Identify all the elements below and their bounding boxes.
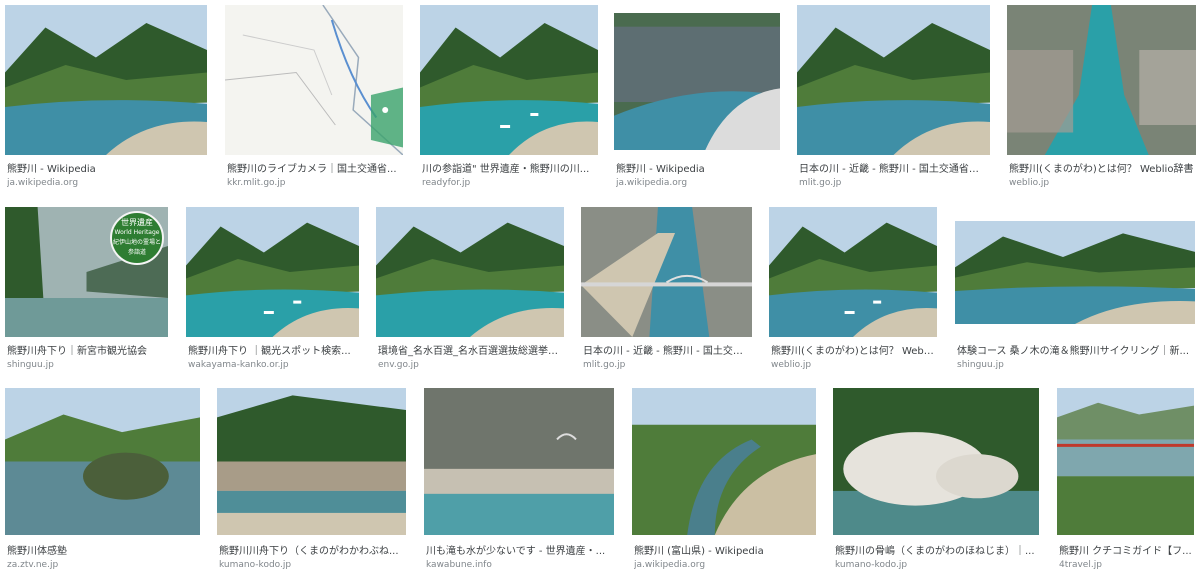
- badge-text: 参詣道: [127, 249, 146, 256]
- result-thumbnail[interactable]: [955, 221, 1195, 324]
- result-title[interactable]: 熊野川舟下り｜新宮市観光協会: [7, 342, 166, 357]
- image-result-card[interactable]: 日本の川 - 近畿 - 熊野川 - 国土交通... mlit.go.jp: [581, 0, 752, 574]
- image-result-card[interactable]: 環境省_名水百選_名水百選選抜総選挙_... env.go.jp: [376, 0, 564, 574]
- image-result-card[interactable]: 熊野川舟下り ｜観光スポット検索... wakayama-kanko.or.jp: [186, 0, 359, 574]
- result-thumbnail[interactable]: [424, 388, 614, 535]
- result-source-domain: shinguu.jp: [957, 360, 1004, 370]
- result-thumbnail[interactable]: [186, 207, 359, 337]
- result-source-domain: ja.wikipedia.org: [7, 178, 79, 188]
- result-source-domain: weblio.jp: [771, 360, 812, 370]
- result-thumbnail[interactable]: [769, 207, 937, 337]
- photo-image: [797, 5, 990, 155]
- result-thumbnail[interactable]: [225, 5, 403, 155]
- image-result-card[interactable]: 熊野川 (富山県) - Wikipedia ja.wikipedia.org: [632, 0, 816, 574]
- photo-image: [5, 5, 207, 155]
- result-source-domain: kumano-kodo.jp: [219, 560, 292, 570]
- result-thumbnail[interactable]: 世界遺産 World Heritage 紀伊山地の霊場と 参詣道: [5, 207, 168, 337]
- photo-image: [1007, 5, 1196, 155]
- result-thumbnail[interactable]: [1057, 388, 1194, 535]
- result-source-domain: shinguu.jp: [7, 360, 54, 370]
- result-title[interactable]: 熊野川の骨嶋（くまのがわのほねじま）｜...: [835, 542, 1037, 557]
- result-source-domain: kumano-kodo.jp: [835, 560, 908, 570]
- image-result-card[interactable]: 熊野川(くまのがわ)とは何？ Weblio辞書 weblio.jp: [1007, 0, 1196, 574]
- badge-text: 紀伊山地の霊場と: [112, 239, 161, 246]
- photo-image: [769, 207, 937, 337]
- result-thumbnail[interactable]: [614, 13, 780, 150]
- result-title[interactable]: 熊野川 - Wikipedia: [616, 160, 778, 175]
- result-source-domain: mlit.go.jp: [583, 360, 626, 370]
- result-source-domain: ja.wikipedia.org: [616, 178, 688, 188]
- result-title[interactable]: 熊野川体感塾: [7, 542, 198, 557]
- result-title[interactable]: 熊野川川舟下り（くまのがわかわぶね...: [219, 542, 404, 557]
- photo-image: [5, 388, 200, 535]
- result-title[interactable]: 日本の川 - 近畿 - 熊野川 - 国土交通省水...: [799, 160, 988, 175]
- result-source-domain: 4travel.jp: [1059, 560, 1102, 570]
- result-source-domain: za.ztv.ne.jp: [7, 560, 59, 570]
- image-result-card[interactable]: 世界遺産 World Heritage 紀伊山地の霊場と 参詣道熊野川舟下り｜新宮市観…: [5, 0, 168, 574]
- result-title[interactable]: 体験コース 桑ノ木の滝＆熊野川サイクリング｜新...: [957, 342, 1193, 357]
- result-thumbnail[interactable]: [797, 5, 990, 155]
- image-result-card[interactable]: 日本の川 - 近畿 - 熊野川 - 国土交通省水... mlit.go.jp: [797, 0, 990, 574]
- photo-image: [614, 13, 780, 150]
- photo-image: [225, 5, 403, 155]
- photo-image: [833, 388, 1039, 535]
- result-thumbnail[interactable]: [632, 388, 816, 535]
- result-title[interactable]: 熊野川 クチコミガイド【フ...: [1059, 542, 1192, 557]
- result-title[interactable]: 熊野川(くまのがわ)とは何？ Weblio...: [771, 342, 935, 357]
- image-result-card[interactable]: 熊野川のライブカメラ｜国土交通省... kkr.mlit.go.jp: [225, 0, 403, 574]
- result-title[interactable]: 日本の川 - 近畿 - 熊野川 - 国土交通...: [583, 342, 750, 357]
- badge-text: 世界遺産: [121, 218, 153, 227]
- result-title[interactable]: 熊野川 (富山県) - Wikipedia: [634, 542, 814, 557]
- image-result-card[interactable]: 熊野川 - Wikipedia ja.wikipedia.org: [5, 0, 207, 574]
- result-source-domain: kawabune.info: [426, 560, 492, 570]
- image-result-card[interactable]: 熊野川川舟下り（くまのがわかわぶね... kumano-kodo.jp: [217, 0, 406, 574]
- result-title[interactable]: 熊野川舟下り ｜観光スポット検索...: [188, 342, 357, 357]
- photo-image: [424, 388, 614, 535]
- photo-image: [632, 388, 816, 535]
- result-source-domain: env.go.jp: [378, 360, 419, 370]
- result-title[interactable]: 熊野川 - Wikipedia: [7, 160, 205, 175]
- result-source-domain: ja.wikipedia.org: [634, 560, 706, 570]
- image-result-card[interactable]: 川の参詣道" 世界遺産・熊野川の川... readyfor.jp: [420, 0, 598, 574]
- result-thumbnail[interactable]: [5, 5, 207, 155]
- photo-image: [376, 207, 564, 337]
- photo-image: [1057, 388, 1194, 535]
- world-heritage-badge: 世界遺産 World Heritage 紀伊山地の霊場と 参詣道: [110, 211, 164, 265]
- result-title[interactable]: 川も滝も水が少ないです - 世界遺産・...: [426, 542, 612, 557]
- result-thumbnail[interactable]: [5, 388, 200, 535]
- photo-image: [186, 207, 359, 337]
- image-result-card[interactable]: 熊野川 クチコミガイド【フ... 4travel.jp: [1057, 0, 1194, 574]
- photo-image: [5, 207, 168, 337]
- result-thumbnail[interactable]: [581, 207, 752, 337]
- photo-image: [420, 5, 598, 155]
- image-result-card[interactable]: 熊野川の骨嶋（くまのがわのほねじま）｜... kumano-kodo.jp: [833, 0, 1039, 574]
- photo-image: [955, 221, 1195, 324]
- result-thumbnail[interactable]: [376, 207, 564, 337]
- result-title[interactable]: 川の参詣道" 世界遺産・熊野川の川...: [422, 160, 596, 175]
- image-result-card[interactable]: 熊野川(くまのがわ)とは何？ Weblio... weblio.jp: [769, 0, 937, 574]
- image-result-card[interactable]: 体験コース 桑ノ木の滝＆熊野川サイクリング｜新... shinguu.jp: [955, 0, 1195, 574]
- photo-image: [581, 207, 752, 337]
- image-result-card[interactable]: 熊野川体感塾 za.ztv.ne.jp: [5, 0, 200, 574]
- result-thumbnail[interactable]: [420, 5, 598, 155]
- result-thumbnail[interactable]: [217, 388, 406, 535]
- result-source-domain: readyfor.jp: [422, 178, 471, 188]
- result-thumbnail[interactable]: [1007, 5, 1196, 155]
- result-title[interactable]: 熊野川のライブカメラ｜国土交通省...: [227, 160, 401, 175]
- result-title[interactable]: 環境省_名水百選_名水百選選抜総選挙_...: [378, 342, 562, 357]
- badge-text: World Heritage: [114, 229, 160, 236]
- photo-image: [217, 388, 406, 535]
- result-title[interactable]: 熊野川(くまのがわ)とは何？ Weblio辞書: [1009, 160, 1194, 175]
- result-thumbnail[interactable]: [833, 388, 1039, 535]
- result-source-domain: weblio.jp: [1009, 178, 1050, 188]
- image-result-card[interactable]: 川も滝も水が少ないです - 世界遺産・... kawabune.info: [424, 0, 614, 574]
- result-source-domain: kkr.mlit.go.jp: [227, 178, 286, 188]
- image-result-card[interactable]: 熊野川 - Wikipedia ja.wikipedia.org: [614, 0, 780, 574]
- result-source-domain: wakayama-kanko.or.jp: [188, 360, 289, 370]
- result-source-domain: mlit.go.jp: [799, 178, 842, 188]
